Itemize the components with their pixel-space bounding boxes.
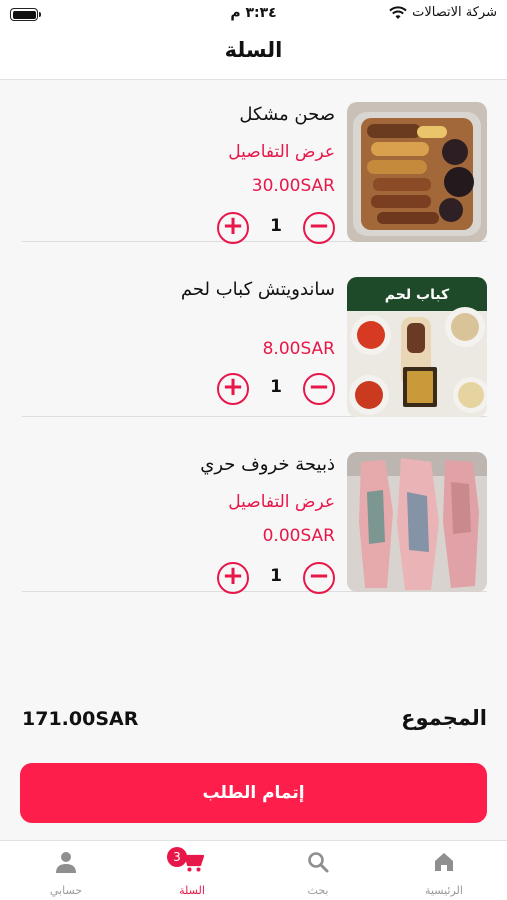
person-icon	[56, 852, 76, 873]
quantity-stepper: + 1 −	[217, 212, 335, 244]
lamb-carcass-image[interactable]	[347, 452, 487, 592]
tab-cart-label: السلة	[179, 884, 205, 897]
carrier-name: شركة الاتصالات	[412, 5, 497, 20]
cart-item-kebab-sandwich: كباب لحم ساندويتش كباب لحم 8.00SAR + 1 −	[22, 255, 487, 417]
tab-cart[interactable]: 3 السلة	[129, 841, 255, 900]
checkout-button[interactable]: إتمام الطلب	[20, 763, 487, 823]
item-name: ذبيحة خروف حري	[200, 454, 335, 475]
mixed-grill-image[interactable]	[347, 102, 487, 242]
item-name: صحن مشكل	[239, 104, 335, 125]
quantity-stepper: + 1 −	[217, 562, 335, 594]
quantity-value: 1	[270, 566, 282, 586]
quantity-stepper: + 1 −	[217, 373, 335, 405]
cart-count-badge: 3	[167, 847, 187, 867]
kebab-sandwich-image[interactable]: كباب لحم	[347, 277, 487, 417]
quantity-value: 1	[270, 216, 282, 236]
total-value: 171.00SAR	[22, 708, 139, 730]
navigation-header: السلة	[0, 28, 507, 80]
increase-quantity-button[interactable]: +	[217, 562, 249, 594]
decrease-quantity-button[interactable]: −	[303, 562, 335, 594]
item-price: 0.00SAR	[262, 526, 335, 546]
item-name: ساندويتش كباب لحم	[180, 279, 335, 300]
kebab-sandwich-icon: كباب لحم	[347, 277, 487, 417]
tab-account-label: حسابي	[49, 884, 83, 897]
decrease-quantity-button[interactable]: −	[303, 373, 335, 405]
increase-quantity-button[interactable]: +	[217, 212, 249, 244]
wifi-icon	[389, 5, 407, 19]
tab-bar: الرئيسية بحث 3 السلة حسابي	[0, 840, 507, 900]
cart-item-lamb: ذبيحة خروف حري عرض التفاصيل 0.00SAR + 1 …	[22, 430, 487, 594]
increase-quantity-button[interactable]: +	[217, 373, 249, 405]
home-icon	[435, 853, 453, 871]
tab-account[interactable]: حسابي	[3, 841, 129, 900]
cart-item-mixed-grill: صحن مشكل عرض التفاصيل 30.00SAR + 1 −	[22, 80, 487, 244]
decrease-quantity-button[interactable]: −	[303, 212, 335, 244]
view-details-link[interactable]: عرض التفاصيل	[228, 142, 335, 162]
view-details-link[interactable]: عرض التفاصيل	[228, 492, 335, 512]
item-price: 30.00SAR	[251, 176, 335, 196]
search-icon	[308, 852, 329, 873]
total-label: المجموع	[401, 706, 487, 730]
tab-search-label: بحث	[307, 884, 329, 897]
tab-search[interactable]: بحث	[255, 841, 381, 900]
carrier-info: شركة الاتصالات	[389, 5, 497, 20]
status-bar: ٣:٣٤ م شركة الاتصالات	[0, 0, 507, 28]
total-row: المجموع 171.00SAR	[22, 706, 487, 736]
item-price: 8.00SAR	[262, 339, 335, 359]
quantity-value: 1	[270, 377, 282, 397]
page-title: السلة	[224, 38, 283, 62]
tab-home-label: الرئيسية	[425, 884, 463, 897]
mixed-grill-plate-icon	[347, 102, 487, 242]
svg-text:كباب لحم: كباب لحم	[385, 287, 450, 303]
tab-home[interactable]: الرئيسية	[381, 841, 507, 900]
lamb-carcass-icon	[347, 452, 487, 592]
